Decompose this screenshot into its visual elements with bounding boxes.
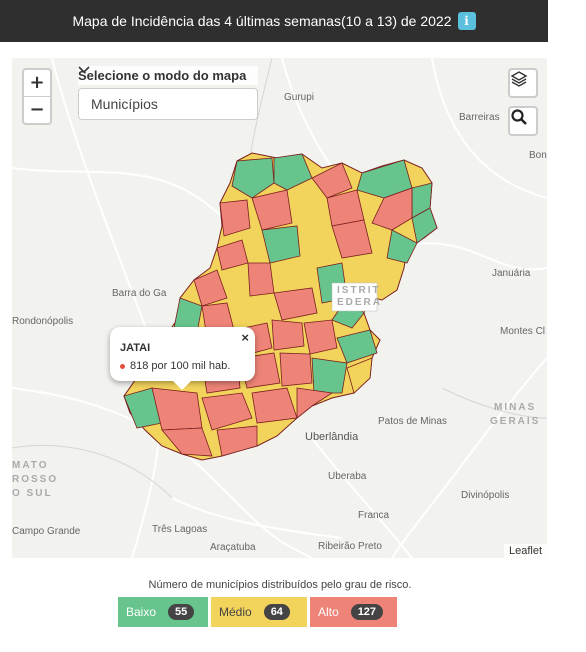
city-label-divinopolis: Divinópolis <box>461 490 510 501</box>
map-canvas <box>12 58 547 558</box>
legend-count-high: 127 <box>350 604 384 620</box>
legend-item-high: Alto 127 <box>310 597 397 627</box>
city-label-barreiras: Barreiras <box>459 112 500 123</box>
legend-item-low: Baixo 55 <box>118 597 208 627</box>
city-label-aracatuba: Araçatuba <box>210 542 256 553</box>
map-header: Mapa de Incidência das 4 últimas semanas… <box>0 0 548 42</box>
city-label-ribeirao-preto: Ribeirão Preto <box>318 541 382 552</box>
map-mode-select[interactable]: Municípios <box>78 66 258 120</box>
legend-count-low: 55 <box>168 604 195 620</box>
map-attribution[interactable]: Leaflet <box>503 544 547 558</box>
layers-button[interactable] <box>508 68 538 98</box>
search-button[interactable] <box>508 106 538 136</box>
state-label-mato-2: ROSSO <box>12 474 59 485</box>
map-area[interactable]: Gurupi Barreiras Bon Barra do Ga ISTRIT … <box>12 58 547 558</box>
zoom-control: + − <box>22 68 52 125</box>
municipality-patches <box>123 153 438 457</box>
city-label-montes: Montes Cl <box>500 326 546 337</box>
city-label-rondonopolis: Rondonópolis <box>12 316 74 327</box>
popup-value: 818 por 100 mil hab. <box>120 360 230 372</box>
city-label-gurupi: Gurupi <box>284 92 315 103</box>
city-label-bon: Bon <box>529 150 547 161</box>
city-label-franca: Franca <box>358 510 390 521</box>
map-mode-value: Municípios <box>91 96 158 112</box>
map-mode-label: Selecione o modo do mapa <box>78 66 258 85</box>
city-label-tres-lagoas: Três Lagoas <box>152 524 208 535</box>
legend-title: Número de municípios distribuídos pelo g… <box>148 579 412 591</box>
state-label-mato-1: MATO <box>12 460 49 471</box>
popup-close-button[interactable]: × <box>241 330 249 345</box>
state-label-minas-2: GERAIS <box>490 416 541 427</box>
district-label-1: ISTRIT <box>337 285 381 296</box>
zoom-in-button[interactable]: + <box>24 70 50 96</box>
legend-label-medium: Médio <box>219 605 252 619</box>
district-label-2: EDERA <box>337 297 383 308</box>
legend-item-medium: Médio 64 <box>211 597 307 627</box>
popup-value-text: 818 por 100 mil hab. <box>130 360 231 372</box>
city-label-uberlandia: Uberlândia <box>305 431 359 443</box>
city-label-patos: Patos de Minas <box>378 416 447 427</box>
popup-municipality-name: JATAI <box>120 342 151 354</box>
legend-label-high: Alto <box>318 605 339 619</box>
city-label-barra: Barra do Ga <box>112 288 167 299</box>
city-label-uberaba: Uberaba <box>328 471 367 482</box>
chevron-down-icon <box>78 66 90 74</box>
legend-label-low: Baixo <box>126 605 157 619</box>
info-icon[interactable]: i <box>457 12 476 30</box>
city-label-januaria: Januária <box>492 268 531 279</box>
state-label-minas-1: MINAS <box>494 402 537 413</box>
municipality-popup: JATAI 818 por 100 mil hab. × <box>110 327 255 390</box>
zoom-out-button[interactable]: − <box>24 96 50 123</box>
map-mode-selector: Selecione o modo do mapa Municípios <box>78 66 258 120</box>
legend-count-medium: 64 <box>263 604 290 620</box>
risk-dot-icon <box>120 363 125 369</box>
search-icon <box>511 109 527 125</box>
layers-icon <box>510 71 528 87</box>
popup-tip <box>172 380 192 390</box>
state-label-mato-3: O SUL <box>12 488 53 499</box>
map-title: Mapa de Incidência das 4 últimas semanas… <box>72 13 452 29</box>
city-label-campo-grande: Campo Grande <box>12 526 81 537</box>
